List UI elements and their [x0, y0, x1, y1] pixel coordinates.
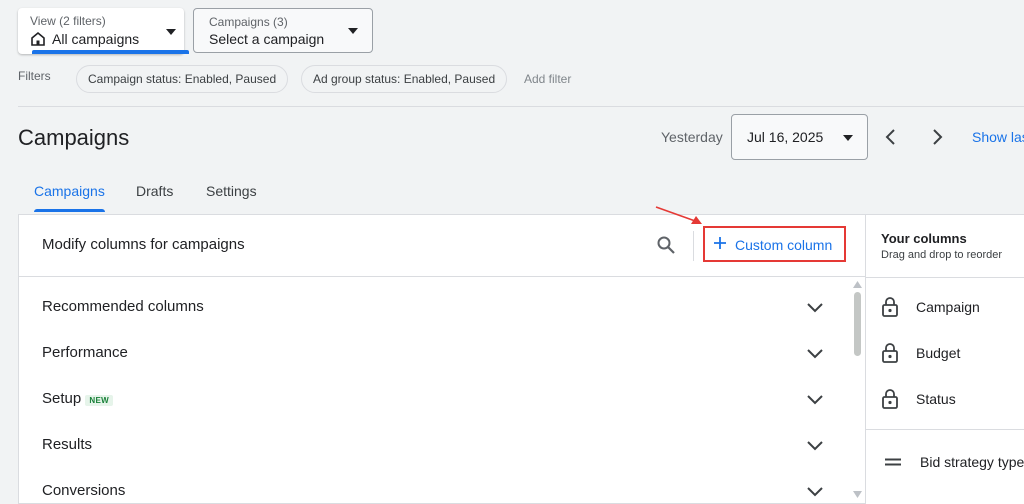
- tab-drafts[interactable]: Drafts: [136, 183, 173, 199]
- divider: [866, 277, 1024, 278]
- date-value: Jul 16, 2025: [747, 129, 824, 145]
- section-setup[interactable]: Setup NEW: [42, 390, 113, 407]
- view-selector-underline: [32, 50, 189, 54]
- divider: [18, 106, 1024, 107]
- chevron-down-icon[interactable]: [806, 348, 824, 360]
- annotation-arrow: [655, 206, 702, 224]
- divider: [693, 231, 694, 261]
- your-columns-hint: Drag and drop to reorder: [881, 249, 1003, 261]
- view-selector-value: All campaigns: [52, 31, 140, 47]
- search-icon[interactable]: [656, 235, 676, 255]
- column-status: Status: [916, 391, 956, 407]
- chevron-down-icon[interactable]: [806, 394, 824, 406]
- chevron-left-icon[interactable]: [884, 127, 898, 147]
- section-conversions[interactable]: Conversions: [42, 482, 125, 499]
- scrollbar-thumb[interactable]: [854, 292, 861, 356]
- section-results[interactable]: Results: [42, 436, 92, 453]
- caret-down-icon: [843, 135, 853, 141]
- drag-handle-icon[interactable]: [885, 458, 901, 466]
- chevron-down-icon[interactable]: [806, 486, 824, 498]
- filter-chip-campaign-status[interactable]: Campaign status: Enabled, Paused: [76, 65, 289, 93]
- show-last-link[interactable]: Show las: [972, 129, 1024, 145]
- view-selector-sublabel: View (2 filters): [30, 14, 106, 28]
- lock-icon: [882, 389, 898, 409]
- panel-title: Modify columns for campaigns: [42, 236, 245, 253]
- campaign-selector[interactable]: Campaigns (3) Select a campaign: [193, 8, 373, 53]
- date-range-label: Yesterday: [661, 129, 723, 145]
- section-setup-label: Setup: [42, 390, 82, 407]
- new-badge: NEW: [85, 395, 113, 406]
- tab-campaigns[interactable]: Campaigns: [34, 183, 105, 199]
- scroll-down-icon[interactable]: [853, 491, 862, 498]
- column-budget: Budget: [916, 345, 961, 361]
- campaign-selector-sublabel: Campaigns (3): [209, 15, 288, 29]
- lock-icon: [882, 297, 898, 317]
- divider: [19, 276, 865, 277]
- chevron-down-icon[interactable]: [806, 440, 824, 452]
- custom-column-button[interactable]: Custom column: [703, 226, 846, 262]
- section-recommended-columns[interactable]: Recommended columns: [42, 298, 204, 315]
- plus-icon: [714, 237, 726, 249]
- campaign-selector-value: Select a campaign: [209, 31, 325, 47]
- tab-settings[interactable]: Settings: [206, 183, 257, 199]
- date-picker[interactable]: Jul 16, 2025: [731, 114, 868, 160]
- your-columns-title: Your columns: [881, 231, 967, 246]
- active-tab-indicator: [34, 209, 105, 212]
- filters-label: Filters: [18, 69, 51, 83]
- custom-column-label: Custom column: [735, 237, 833, 253]
- chevron-right-icon[interactable]: [930, 127, 944, 147]
- home-icon: [31, 31, 45, 46]
- column-bid-strategy-type[interactable]: Bid strategy type: [920, 454, 1024, 470]
- caret-down-icon: [166, 29, 176, 35]
- add-filter-button[interactable]: Add filter: [524, 72, 571, 86]
- chevron-down-icon[interactable]: [806, 302, 824, 314]
- filter-chip-ad-group-status[interactable]: Ad group status: Enabled, Paused: [301, 65, 508, 93]
- page-title: Campaigns: [18, 125, 130, 150]
- lock-icon: [882, 343, 898, 363]
- view-selector[interactable]: View (2 filters) All campaigns: [18, 8, 189, 54]
- column-campaign: Campaign: [916, 299, 980, 315]
- section-performance[interactable]: Performance: [42, 344, 128, 361]
- divider: [866, 429, 1024, 430]
- scroll-up-icon[interactable]: [853, 281, 862, 288]
- caret-down-icon: [348, 28, 358, 34]
